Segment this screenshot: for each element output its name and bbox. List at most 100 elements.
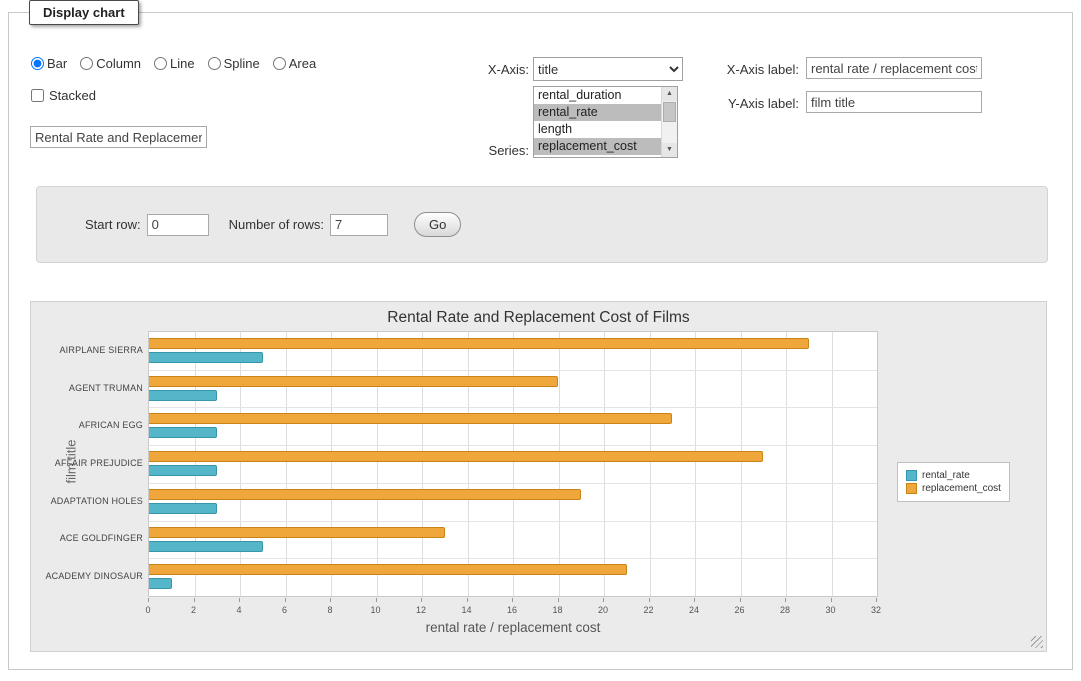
band-separator	[149, 558, 877, 559]
resize-handle-icon[interactable]	[1031, 636, 1043, 648]
y-axis-caption-label: Y-Axis label:	[624, 96, 799, 111]
chart-type-radio-column[interactable]	[80, 57, 93, 70]
legend-swatch	[906, 483, 917, 494]
series-option-length[interactable]: length	[534, 121, 661, 138]
bar-rental_rate	[149, 503, 217, 514]
x-tick-mark	[376, 598, 377, 602]
chart-title: Rental Rate and Replacement Cost of Film…	[31, 309, 1046, 327]
gridline	[604, 332, 605, 596]
gridline	[195, 332, 196, 596]
x-tick-label: 4	[236, 605, 241, 615]
chart-type-radio-area[interactable]	[273, 57, 286, 70]
x-tick-mark	[467, 598, 468, 602]
band-separator	[149, 483, 877, 484]
start-row-label: Start row:	[85, 217, 141, 232]
chart-type-label: Column	[96, 56, 141, 71]
chart-type-radio-bar[interactable]	[31, 57, 44, 70]
stacked-checkbox[interactable]	[31, 89, 44, 102]
y-category-label: ADAPTATION HOLES	[31, 496, 143, 506]
bar-replacement_cost	[149, 527, 445, 538]
gridline	[832, 332, 833, 596]
chart-type-option-spline[interactable]: Spline	[208, 56, 260, 71]
x-tick-label: 16	[507, 605, 517, 615]
chart-type-radio-line[interactable]	[154, 57, 167, 70]
chart-type-label: Area	[289, 56, 316, 71]
chart-title-input[interactable]	[30, 126, 207, 148]
x-axis-caption-input[interactable]	[806, 57, 982, 79]
chart-legend: rental_rate replacement_cost	[897, 462, 1010, 502]
gridline	[331, 332, 332, 596]
start-row-input[interactable]	[147, 214, 209, 236]
chart-type-option-area[interactable]: Area	[273, 56, 316, 71]
y-axis-labels: AIRPLANE SIERRAAGENT TRUMANAFRICAN EGGAF…	[31, 331, 143, 597]
y-category-label: AFFAIR PREJUDICE	[31, 458, 143, 468]
gridline	[377, 332, 378, 596]
legend-item-rental_rate[interactable]: rental_rate	[906, 470, 1001, 481]
stacked-checkbox-row[interactable]: Stacked	[31, 88, 96, 103]
bar-replacement_cost	[149, 413, 672, 424]
x-tick-label: 30	[825, 605, 835, 615]
stacked-label: Stacked	[49, 88, 96, 103]
x-tick-mark	[421, 598, 422, 602]
y-category-label: ACADEMY DINOSAUR	[31, 571, 143, 581]
x-tick-label: 10	[370, 605, 380, 615]
x-tick-label: 6	[282, 605, 287, 615]
y-category-label: ACE GOLDFINGER	[31, 533, 143, 543]
series-option-replacement_cost[interactable]: replacement_cost	[534, 138, 661, 155]
legend-item-replacement_cost[interactable]: replacement_cost	[906, 483, 1001, 494]
band-separator	[149, 370, 877, 371]
bar-rental_rate	[149, 427, 217, 438]
num-rows-label: Number of rows:	[229, 217, 324, 232]
y-category-label: AFRICAN EGG	[31, 420, 143, 430]
chart-type-option-bar[interactable]: Bar	[31, 56, 67, 71]
chart-type-option-column[interactable]: Column	[80, 56, 141, 71]
chart-type-label: Spline	[224, 56, 260, 71]
legend-label: replacement_cost	[922, 483, 1001, 494]
series-label: Series:	[429, 143, 529, 158]
chart-type-label: Line	[170, 56, 195, 71]
x-axis-ticks: 02468101214161820222426283032	[148, 598, 878, 620]
x-tick-mark	[194, 598, 195, 602]
chart-type-radio-spline[interactable]	[208, 57, 221, 70]
x-tick-mark	[148, 598, 149, 602]
chart-type-radios: Bar Column Line Spline Area	[31, 56, 316, 71]
x-axis-select-label: X-Axis:	[429, 62, 529, 77]
x-tick-mark	[785, 598, 786, 602]
x-tick-mark	[876, 598, 877, 602]
x-tick-mark	[740, 598, 741, 602]
legend-swatch	[906, 470, 917, 481]
x-tick-mark	[512, 598, 513, 602]
gridline	[695, 332, 696, 596]
x-tick-label: 20	[598, 605, 608, 615]
band-separator	[149, 445, 877, 446]
scroll-down-icon[interactable]: ▼	[662, 143, 677, 157]
x-tick-mark	[239, 598, 240, 602]
x-tick-label: 32	[871, 605, 881, 615]
bar-rental_rate	[149, 390, 217, 401]
gridline	[650, 332, 651, 596]
chart-container: Rental Rate and Replacement Cost of Film…	[30, 301, 1047, 652]
y-axis-caption-input[interactable]	[806, 91, 982, 113]
rows-panel: Start row: Number of rows: Go	[36, 186, 1048, 263]
go-button[interactable]: Go	[414, 212, 461, 237]
bar-replacement_cost	[149, 451, 763, 462]
bar-replacement_cost	[149, 376, 558, 387]
x-tick-label: 12	[416, 605, 426, 615]
num-rows-input[interactable]	[330, 214, 388, 236]
gridline	[741, 332, 742, 596]
gridline	[513, 332, 514, 596]
x-axis-caption-label: X-Axis label:	[624, 62, 799, 77]
bar-rental_rate	[149, 465, 217, 476]
chart-type-option-line[interactable]: Line	[154, 56, 195, 71]
x-axis-title: rental rate / replacement cost	[148, 620, 878, 635]
display-chart-fieldset: Display chart BarColumnLineSplineArea St…	[8, 12, 1073, 670]
x-tick-label: 2	[191, 605, 196, 615]
y-category-label: AIRPLANE SIERRA	[31, 345, 143, 355]
bar-replacement_cost	[149, 564, 627, 575]
bar-rental_rate	[149, 352, 263, 363]
x-tick-mark	[831, 598, 832, 602]
bar-rental_rate	[149, 541, 263, 552]
band-separator	[149, 521, 877, 522]
bar-rental_rate	[149, 578, 172, 589]
gridline	[286, 332, 287, 596]
